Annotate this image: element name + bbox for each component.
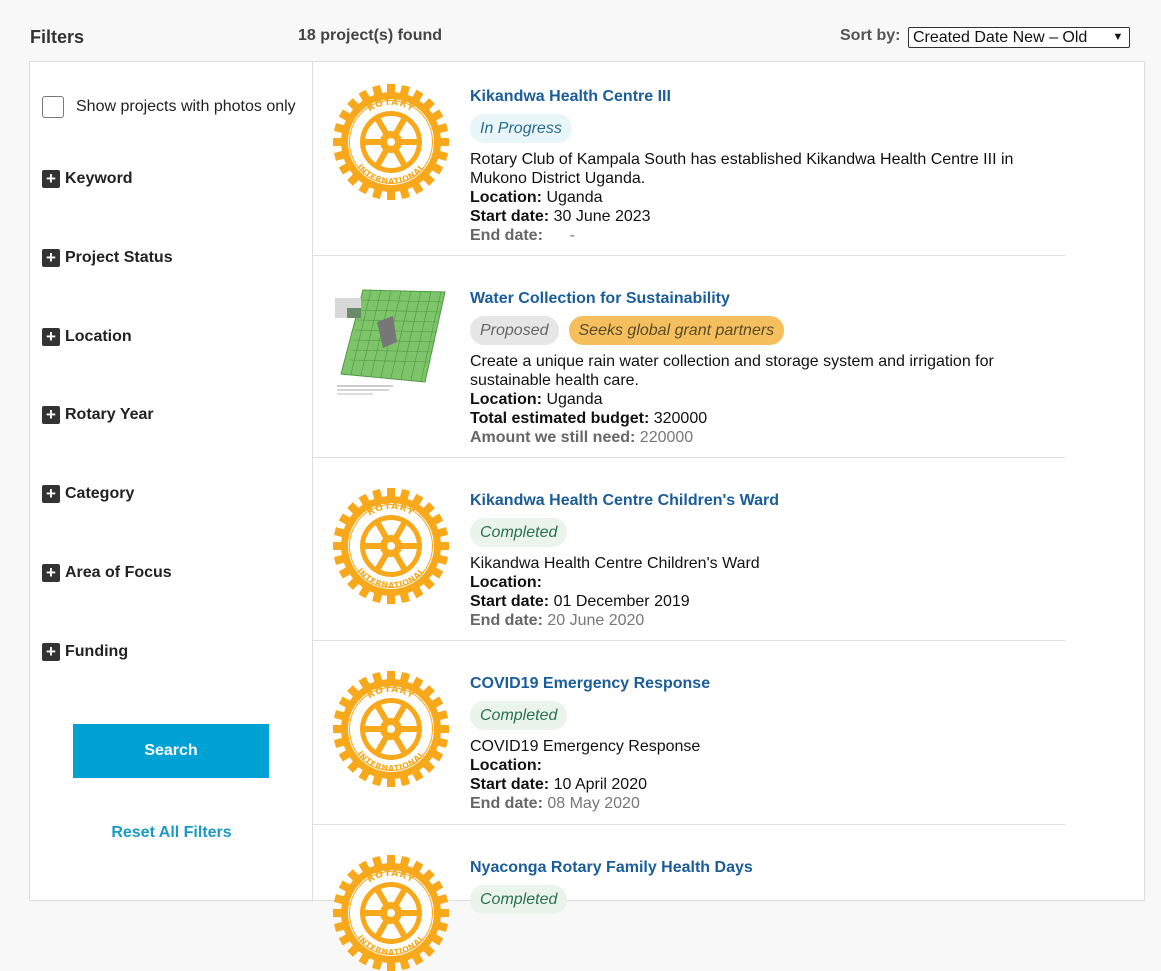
filter-location[interactable]: + Location bbox=[42, 328, 132, 346]
rotary-wheel-icon[interactable]: ROTARYINTERNATIONAL bbox=[333, 84, 449, 200]
filters-title: Filters bbox=[30, 27, 85, 47]
status-badge: Proposed bbox=[470, 316, 559, 345]
filter-label: Category bbox=[65, 485, 135, 502]
results-count: 18 project(s) found bbox=[298, 27, 443, 44]
search-button[interactable]: Search bbox=[73, 724, 269, 778]
plus-icon: + bbox=[42, 249, 60, 267]
plus-icon: + bbox=[42, 328, 60, 346]
sort-label: Sort by: bbox=[840, 27, 901, 44]
status-badge: Completed bbox=[470, 518, 568, 547]
filter-label: Funding bbox=[65, 643, 129, 660]
filter-label: Area of Focus bbox=[65, 564, 172, 581]
site-map-thumbnail[interactable] bbox=[333, 286, 449, 402]
photos-only-label: Show projects with photos only bbox=[76, 98, 296, 115]
rotary-wheel-icon[interactable]: ROTARYINTERNATIONAL bbox=[333, 855, 449, 971]
status-badge: Completed bbox=[470, 885, 568, 914]
filters-sidebar: Show projects with photos only + Keyword… bbox=[30, 62, 313, 900]
main-panel: Show projects with photos only + Keyword… bbox=[29, 61, 1145, 971]
plus-icon: + bbox=[42, 406, 60, 424]
project-card: ROTARY INTERNATIONAL Kikandwa Health Cent… bbox=[313, 458, 1065, 641]
project-description: COVID19 Emergency Response bbox=[470, 738, 701, 755]
start-date-row: Start date: 30 June 2023 bbox=[470, 208, 651, 225]
filter-label: Rotary Year bbox=[65, 406, 154, 423]
project-title-link[interactable]: Kikandwa Health Centre III bbox=[470, 87, 1070, 106]
filter-label: Keyword bbox=[65, 170, 133, 187]
project-info: COVID19 Emergency Response Completed COV… bbox=[470, 674, 1070, 813]
project-info: Kikandwa Health Centre III In Progress R… bbox=[470, 87, 1070, 245]
budget-row: Total estimated budget: 320000 bbox=[470, 410, 708, 427]
project-info: Water Collection for Sustainability Prop… bbox=[470, 289, 1070, 447]
plus-icon: + bbox=[42, 564, 60, 582]
sort-select-value: Created Date New – Old bbox=[913, 29, 1088, 46]
chevron-down-icon: ▼ bbox=[1112, 31, 1124, 43]
location-row: Location: Uganda bbox=[470, 189, 603, 206]
project-description: Rotary Club of Kampala South has establi… bbox=[470, 151, 1014, 187]
end-date-row: End date: 08 May 2020 bbox=[470, 795, 640, 812]
amount-needed-row: Amount we still need: 220000 bbox=[470, 429, 694, 446]
project-card: ROTARY INTERNATIONAL COVID19 Emergency Re… bbox=[313, 641, 1065, 825]
project-description: Kikandwa Health Centre Children's Ward bbox=[470, 555, 760, 572]
badges: In Progress bbox=[470, 114, 1070, 143]
project-description: Create a unique rain water collection an… bbox=[470, 353, 994, 389]
project-card: ROTARY INTERNATIONAL Kikandwa Health Cent… bbox=[313, 62, 1065, 256]
project-info: Kikandwa Health Centre Children's Ward C… bbox=[470, 491, 1070, 630]
start-date-row: Start date: 01 December 2019 bbox=[470, 593, 690, 610]
checkbox-icon[interactable] bbox=[42, 96, 64, 118]
status-badge: In Progress bbox=[470, 114, 572, 143]
filter-funding[interactable]: + Funding bbox=[42, 643, 128, 661]
badges: Completed bbox=[470, 885, 1070, 914]
status-badge: Completed bbox=[470, 701, 568, 730]
plus-icon: + bbox=[42, 485, 60, 503]
filter-rotary-year[interactable]: + Rotary Year bbox=[42, 406, 154, 424]
filter-project-status[interactable]: + Project Status bbox=[42, 249, 173, 267]
badges: Completed bbox=[470, 518, 1070, 547]
project-title-link[interactable]: Water Collection for Sustainability bbox=[470, 289, 1070, 308]
project-title-link[interactable]: Kikandwa Health Centre Children's Ward bbox=[470, 491, 1070, 510]
badges: Completed bbox=[470, 701, 1070, 730]
sort-select[interactable]: Created Date New – Old ▼ bbox=[908, 27, 1130, 48]
photos-only-checkbox-row[interactable]: Show projects with photos only bbox=[42, 96, 296, 118]
end-date-row: End date: 20 June 2020 bbox=[470, 612, 645, 629]
grant-badge: Seeks global grant partners bbox=[568, 316, 785, 345]
reset-all-filters-link[interactable]: Reset All Filters bbox=[30, 824, 313, 842]
start-date-row: Start date: 10 April 2020 bbox=[470, 776, 647, 793]
rotary-wheel-icon[interactable]: ROTARYINTERNATIONAL bbox=[333, 488, 449, 604]
filter-label: Location bbox=[65, 328, 132, 345]
project-info: Nyaconga Rotary Family Health Days Compl… bbox=[470, 858, 1070, 914]
plus-icon: + bbox=[42, 643, 60, 661]
location-row: Location: bbox=[470, 574, 542, 591]
badges: Proposed Seeks global grant partners bbox=[470, 316, 1070, 345]
location-row: Location: bbox=[470, 757, 542, 774]
project-card: ROTARY INTERNATIONAL Nyaconga Rotary Fami… bbox=[313, 825, 1065, 971]
project-title-link[interactable]: COVID19 Emergency Response bbox=[470, 674, 1070, 693]
project-title-link[interactable]: Nyaconga Rotary Family Health Days bbox=[470, 858, 1070, 877]
project-card: Water Collection for Sustainability Prop… bbox=[313, 256, 1065, 458]
end-date-row: End date: - bbox=[470, 227, 575, 244]
filter-category[interactable]: + Category bbox=[42, 485, 134, 503]
filter-area-of-focus[interactable]: + Area of Focus bbox=[42, 564, 172, 582]
rotary-wheel-icon[interactable]: ROTARYINTERNATIONAL bbox=[333, 671, 449, 787]
plus-icon: + bbox=[42, 170, 60, 188]
location-row: Location: Uganda bbox=[470, 391, 603, 408]
filter-label: Project Status bbox=[65, 249, 173, 266]
filter-keyword[interactable]: + Keyword bbox=[42, 170, 133, 188]
